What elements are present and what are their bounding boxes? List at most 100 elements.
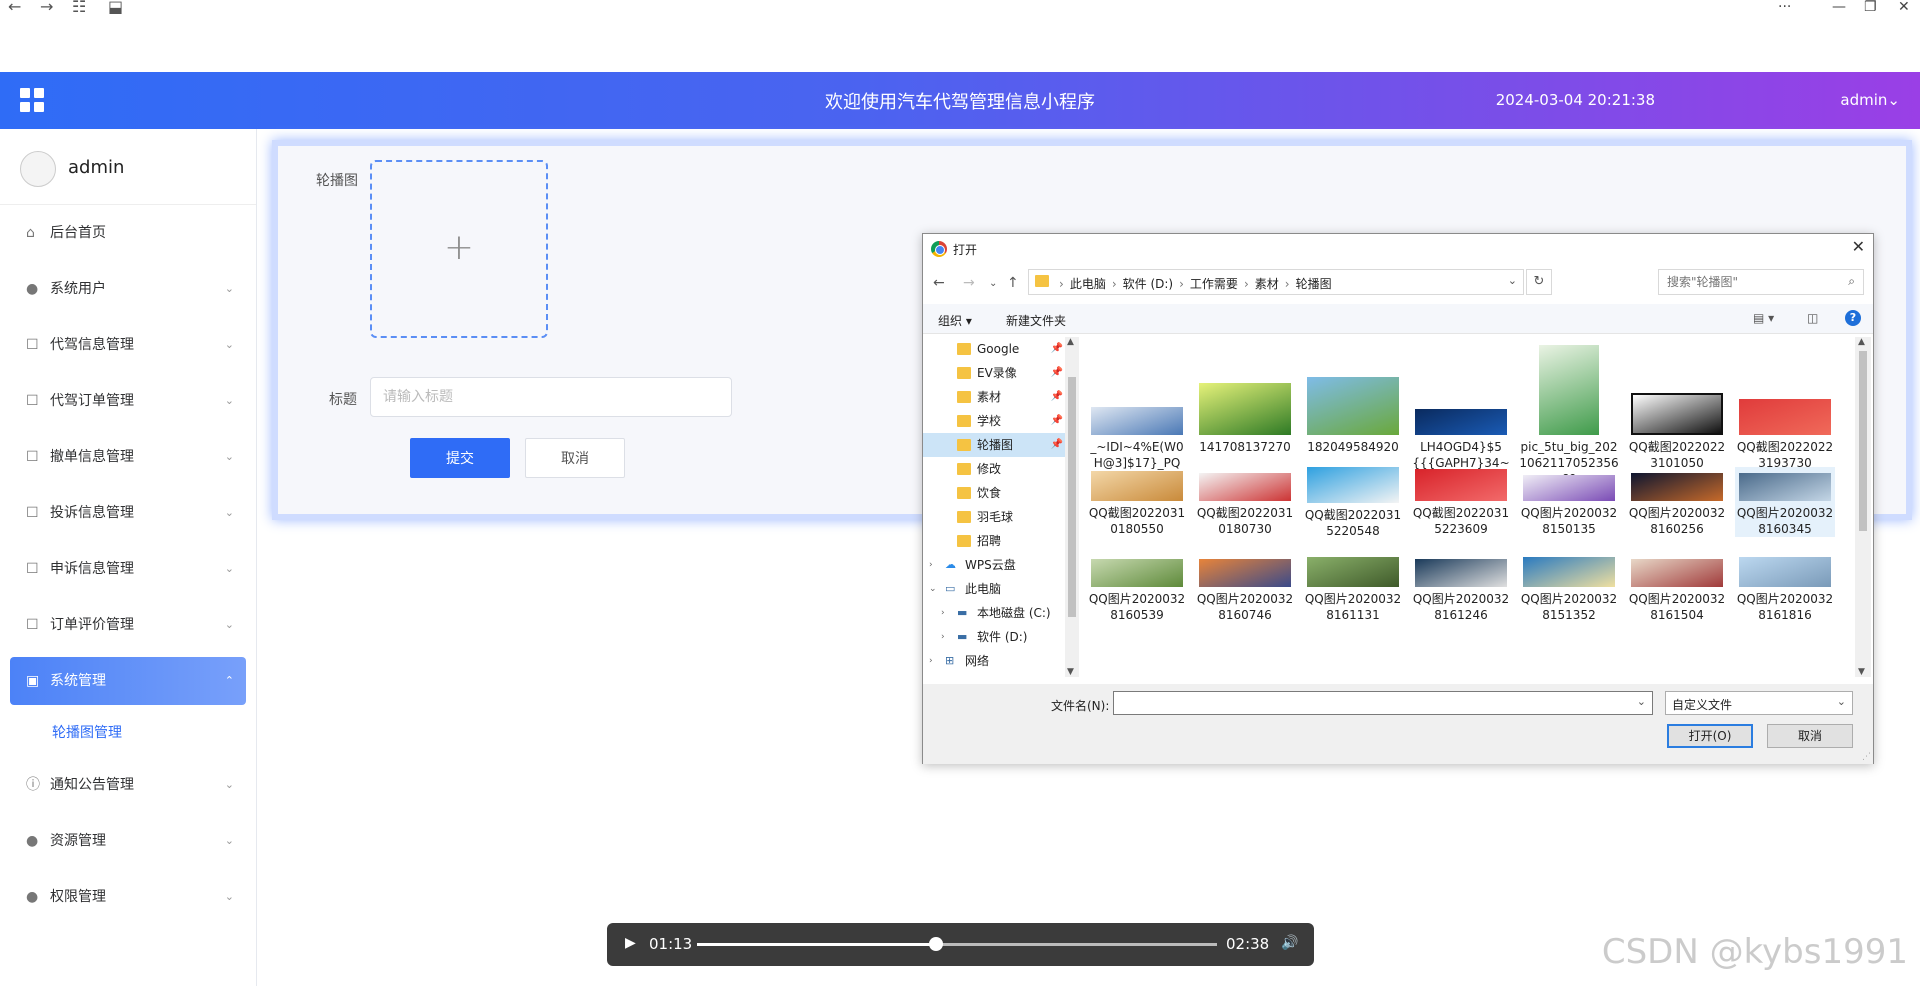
tree-item[interactable]: EV录像 📌 xyxy=(923,361,1071,385)
tree-item[interactable]: 轮播图 📌 xyxy=(923,433,1071,457)
file-thumbnail[interactable]: QQ图片20200328161816 xyxy=(1735,553,1835,623)
filename-input[interactable]: ⌄ xyxy=(1113,691,1653,715)
carousel-label: 轮播图 xyxy=(316,173,358,189)
chevron-down-icon[interactable]: ⌄ xyxy=(1637,695,1646,708)
file-thumbnail[interactable]: QQ图片20200328151352 xyxy=(1519,553,1619,623)
forward-icon[interactable]: → xyxy=(40,0,53,15)
breadcrumb-item[interactable]: 工作需要 xyxy=(1190,277,1238,291)
file-thumbnail[interactable]: QQ截图20220223101050 xyxy=(1627,341,1727,471)
sidebar-subitem-carousel[interactable]: 轮播图管理 xyxy=(0,709,256,757)
back-icon[interactable]: ← xyxy=(8,0,21,15)
file-thumbnail[interactable]: QQ截图20220315223609 xyxy=(1411,467,1511,537)
expand-icon[interactable]: ⌄ xyxy=(929,577,937,601)
help-icon[interactable]: ? xyxy=(1845,310,1861,326)
recent-dropdown-icon[interactable]: ⌄ xyxy=(989,278,997,289)
seek-bar[interactable] xyxy=(697,937,1217,951)
title-input[interactable] xyxy=(370,377,732,417)
open-button[interactable]: 打开(O) xyxy=(1667,724,1753,748)
file-thumbnail[interactable]: QQ图片20200328161246 xyxy=(1411,553,1511,623)
tree-item[interactable]: › ☁ WPS云盘 xyxy=(923,553,1071,577)
restore-icon[interactable]: ❐ xyxy=(1864,0,1877,14)
sidebar-item[interactable]: ☐ 投诉信息管理 ⌄ xyxy=(0,485,256,541)
organize-menu[interactable]: 组织 ▾ xyxy=(938,312,972,329)
chevron-down-icon[interactable]: ⌄ xyxy=(1508,274,1517,287)
file-thumbnail[interactable]: QQ图片20200328160746 xyxy=(1195,553,1295,623)
file-thumbnail[interactable]: LH4OGD4}$5{{{GAPH7}34~5 xyxy=(1411,341,1511,487)
file-thumbnail[interactable]: 182049584920 xyxy=(1303,341,1403,455)
file-thumbnail[interactable]: QQ图片20200328160256 xyxy=(1627,467,1727,537)
file-thumbnail[interactable]: pic_5tu_big_2021062117052356 69 xyxy=(1519,341,1619,487)
resize-grip-icon[interactable]: ⋰ xyxy=(1862,752,1871,762)
file-thumbnail[interactable]: QQ图片20200328160345 xyxy=(1735,467,1835,537)
file-thumbnail[interactable]: QQ图片20200328161131 xyxy=(1303,553,1403,623)
submit-button[interactable]: 提交 xyxy=(410,438,510,478)
file-thumbnail[interactable]: _~IDI~4%E(W0H@3]$17}_PQ xyxy=(1087,341,1187,471)
volume-icon[interactable]: 🔊 xyxy=(1281,935,1298,951)
image-upload[interactable]: + xyxy=(370,160,548,338)
back-icon[interactable]: ← xyxy=(933,275,945,291)
file-thumbnail[interactable]: 141708137270 xyxy=(1195,341,1295,455)
grid-scrollbar[interactable]: ▲ ▼ xyxy=(1855,337,1871,677)
tree-item[interactable]: › ▬ 本地磁盘 (C:) xyxy=(923,601,1071,625)
preview-pane-icon[interactable]: ◫ xyxy=(1807,311,1818,325)
sidebar-item[interactable]: ☐ 代驾订单管理 ⌄ xyxy=(0,373,256,429)
expand-icon[interactable]: › xyxy=(941,625,945,649)
tree-item[interactable]: 饮食 xyxy=(923,481,1071,505)
sidebar-item[interactable]: ⌂ 后台首页 xyxy=(0,205,256,261)
tree-item[interactable]: 羽毛球 xyxy=(923,505,1071,529)
sidebar-item[interactable]: ⓘ 通知公告管理 ⌄ xyxy=(0,757,256,813)
tree-scrollbar[interactable]: ▲ ▼ xyxy=(1065,337,1079,677)
refresh-icon[interactable]: ↻ xyxy=(1526,269,1552,295)
tree-item[interactable]: 学校 📌 xyxy=(923,409,1071,433)
search-input[interactable] xyxy=(1667,275,1837,289)
filetype-select[interactable]: 自定义文件 ⌄ xyxy=(1665,691,1853,715)
download-icon[interactable]: ⬓ xyxy=(108,0,123,15)
file-thumbnail[interactable]: QQ截图20220223193730 xyxy=(1735,341,1835,471)
breadcrumb-item[interactable]: 素材 xyxy=(1255,277,1279,291)
file-thumbnail[interactable]: QQ图片20200328161504 xyxy=(1627,553,1727,623)
play-icon[interactable]: ▶ xyxy=(625,935,636,951)
breadcrumb-item[interactable]: 软件 (D:) xyxy=(1123,277,1173,291)
address-bar[interactable]: › 此电脑 › 软件 (D:) › 工作需要 › 素材 › 轮播图 ⌄ xyxy=(1028,269,1524,295)
tree-item[interactable]: ⌄ ▭ 此电脑 xyxy=(923,577,1071,601)
view-mode-icon[interactable]: ▤ ▾ xyxy=(1753,311,1774,325)
close-icon[interactable]: ✕ xyxy=(1898,0,1910,14)
sidebar-item[interactable]: ☐ 申诉信息管理 ⌄ xyxy=(0,541,256,597)
sidebar-item[interactable]: ● 系统用户 ⌄ xyxy=(0,261,256,317)
file-thumbnail[interactable]: QQ图片20200328150135 xyxy=(1519,467,1619,537)
search-box[interactable]: ⌕ xyxy=(1658,269,1864,295)
tree-item[interactable]: Google 📌 xyxy=(923,337,1071,361)
tree-item[interactable]: 修改 xyxy=(923,457,1071,481)
sidebar-item[interactable]: ☐ 代驾信息管理 ⌄ xyxy=(0,317,256,373)
sidebar-item[interactable]: ▣ 系统管理 ⌃ xyxy=(10,657,246,705)
file-thumbnail[interactable]: QQ截图20220310180730 xyxy=(1195,467,1295,537)
forward-icon[interactable]: → xyxy=(963,275,975,291)
expand-icon[interactable]: › xyxy=(929,553,933,577)
file-thumbnail[interactable]: QQ截图20220310180550 xyxy=(1087,467,1187,537)
up-icon[interactable]: ↑ xyxy=(1007,275,1019,291)
seek-handle[interactable] xyxy=(929,937,944,951)
file-thumbnail[interactable]: QQ截图20220315220548 xyxy=(1303,467,1403,539)
expand-icon[interactable]: › xyxy=(929,649,933,673)
dialog-close-icon[interactable]: ✕ xyxy=(1852,237,1865,256)
sidebar-item[interactable]: ☐ 订单评价管理 ⌄ xyxy=(0,597,256,653)
sidebar-item[interactable]: ● 权限管理 ⌄ xyxy=(0,869,256,925)
tree-item[interactable]: › ▬ 软件 (D:) xyxy=(923,625,1071,649)
file-thumbnail[interactable]: QQ图片20200328160539 xyxy=(1087,553,1187,623)
tree-item[interactable]: 招聘 xyxy=(923,529,1071,553)
sidebar-item[interactable]: ☐ 撤单信息管理 ⌄ xyxy=(0,429,256,485)
breadcrumb-item[interactable]: 此电脑 xyxy=(1070,277,1106,291)
tree-item[interactable]: › ⊞ 网络 xyxy=(923,649,1071,673)
breadcrumb-item[interactable]: 轮播图 xyxy=(1296,277,1332,291)
new-folder-button[interactable]: 新建文件夹 xyxy=(1006,312,1066,329)
dialog-cancel-button[interactable]: 取消 xyxy=(1767,724,1853,748)
cancel-button[interactable]: 取消 xyxy=(525,438,625,478)
sidebar-item[interactable]: ● 资源管理 ⌄ xyxy=(0,813,256,869)
apps-icon[interactable]: ☷ xyxy=(72,0,86,15)
expand-icon[interactable]: › xyxy=(941,601,945,625)
sidebar-item-label: 通知公告管理 xyxy=(50,777,134,793)
more-icon[interactable]: ··· xyxy=(1778,0,1791,14)
user-menu[interactable]: admin⌄ xyxy=(1840,91,1900,109)
tree-item[interactable]: 素材 📌 xyxy=(923,385,1071,409)
minimize-icon[interactable]: — xyxy=(1832,0,1846,14)
